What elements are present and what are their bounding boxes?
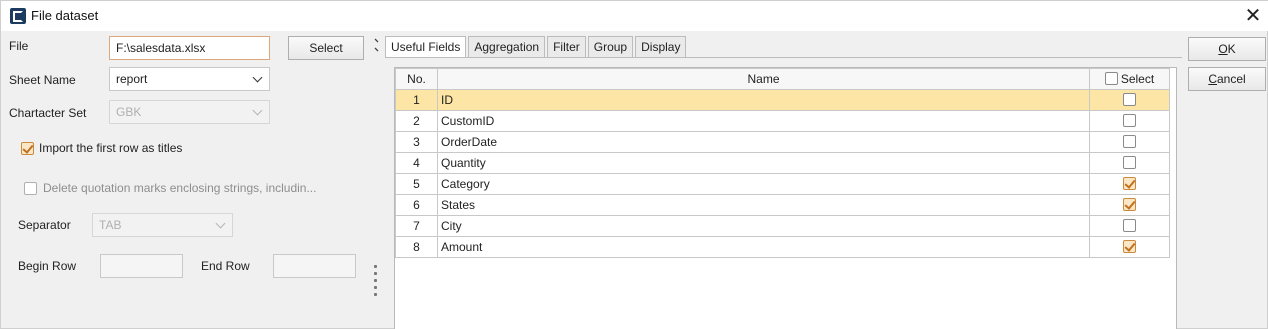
select-all-checkbox[interactable] [1104, 72, 1118, 85]
column-header-no: No. [395, 68, 438, 90]
import-titles-label: Import the first row as titles [39, 141, 183, 155]
select-cell [1089, 152, 1170, 174]
column-header-name: Name [437, 68, 1090, 90]
row-number: 8 [395, 236, 438, 258]
field-name: CustomID [437, 110, 1090, 132]
table-row[interactable]: 3 OrderDate [395, 131, 1170, 153]
begin-row-input[interactable] [100, 254, 183, 278]
column-header-select[interactable]: Select [1089, 68, 1170, 90]
close-icon[interactable]: ✕ [1239, 4, 1267, 28]
field-name: Amount [437, 236, 1090, 258]
separator-label: Separator [18, 218, 71, 232]
title-bar: File dataset ✕ [1, 1, 1268, 31]
table-row[interactable]: 8 Amount [395, 236, 1170, 258]
window-title: File dataset [31, 8, 99, 23]
select-cell [1089, 236, 1170, 258]
tab-aggregation[interactable]: Aggregation [468, 36, 546, 58]
sheet-name-select[interactable]: report [109, 67, 270, 91]
select-header-label: Select [1120, 72, 1155, 86]
table-row[interactable]: 6 States [395, 194, 1170, 216]
field-name: States [437, 194, 1090, 216]
field-select-checkbox[interactable] [1123, 156, 1136, 169]
select-cell [1089, 110, 1170, 132]
field-name: City [437, 215, 1090, 237]
row-number: 7 [395, 215, 438, 237]
table-row[interactable]: 2 CustomID [395, 110, 1170, 132]
chevron-down-icon [252, 105, 263, 116]
select-cell [1089, 194, 1170, 216]
field-select-checkbox[interactable] [1123, 219, 1136, 232]
ok-button[interactable]: OK [1188, 37, 1266, 61]
charset-select[interactable]: GBK [109, 100, 270, 124]
row-number: 6 [395, 194, 438, 216]
table-row[interactable]: 5 Category [395, 173, 1170, 195]
field-name: ID [437, 89, 1090, 111]
cancel-button[interactable]: Cancel [1188, 67, 1266, 91]
charset-label: Chartacter Set [9, 106, 87, 120]
chevron-down-icon [215, 218, 226, 229]
table-row[interactable]: 4 Quantity [395, 152, 1170, 174]
row-number: 2 [395, 110, 438, 132]
select-cell [1089, 173, 1170, 195]
collapse-handle-icon[interactable] [374, 37, 379, 53]
select-file-button[interactable]: Select [288, 36, 364, 60]
tab-useful-fields[interactable]: Useful Fields [385, 36, 467, 58]
file-path-field[interactable]: F:\salesdata.xlsx [109, 36, 270, 60]
separator-value: TAB [99, 218, 122, 232]
field-name: Quantity [437, 152, 1090, 174]
fields-panel: No. Name Select 1 ID 2 CustomID 3 OrderDate 4 Q… [394, 67, 1177, 329]
charset-value: GBK [116, 105, 142, 119]
tab-bar: Useful Fields Aggregation Filter Group D… [385, 36, 688, 58]
field-select-checkbox[interactable] [1123, 93, 1136, 106]
tab-divider [385, 57, 1182, 58]
field-select-checkbox[interactable] [1123, 240, 1136, 253]
row-number: 3 [395, 131, 438, 153]
tab-group[interactable]: Group [587, 36, 634, 58]
end-row-label: End Row [201, 259, 250, 273]
tab-display[interactable]: Display [635, 36, 687, 58]
begin-row-label: Begin Row [18, 259, 77, 273]
field-name: OrderDate [437, 131, 1090, 153]
table-row[interactable]: 1 ID [395, 89, 1170, 111]
select-cell [1089, 89, 1170, 111]
sheet-name-value: report [116, 72, 148, 86]
end-row-input[interactable] [273, 254, 356, 278]
separator-select[interactable]: TAB [92, 213, 233, 237]
file-dataset-dialog: File dataset ✕ File F:\salesdata.xlsx Se… [0, 0, 1268, 329]
row-number: 4 [395, 152, 438, 174]
sheet-name-label: Sheet Name [9, 73, 76, 87]
delete-quotes-label: Delete quotation marks enclosing strings… [43, 181, 317, 195]
splitter-handle[interactable] [374, 265, 378, 299]
field-select-checkbox[interactable] [1123, 135, 1136, 148]
field-name: Category [437, 173, 1090, 195]
table-row[interactable]: 7 City [395, 215, 1170, 237]
select-cell [1089, 215, 1170, 237]
row-number: 5 [395, 173, 438, 195]
field-select-checkbox[interactable] [1123, 177, 1136, 190]
import-titles-checkbox[interactable] [21, 142, 34, 155]
row-number: 1 [395, 89, 438, 111]
file-label: File [9, 39, 29, 53]
delete-quotes-checkbox[interactable] [24, 182, 37, 195]
app-logo-icon [10, 8, 26, 24]
field-select-checkbox[interactable] [1123, 114, 1136, 127]
fields-table: No. Name Select 1 ID 2 CustomID 3 OrderDate 4 Q… [395, 68, 1170, 258]
field-select-checkbox[interactable] [1123, 198, 1136, 211]
chevron-down-icon [252, 72, 263, 83]
select-cell [1089, 131, 1170, 153]
tab-filter[interactable]: Filter [547, 36, 586, 58]
